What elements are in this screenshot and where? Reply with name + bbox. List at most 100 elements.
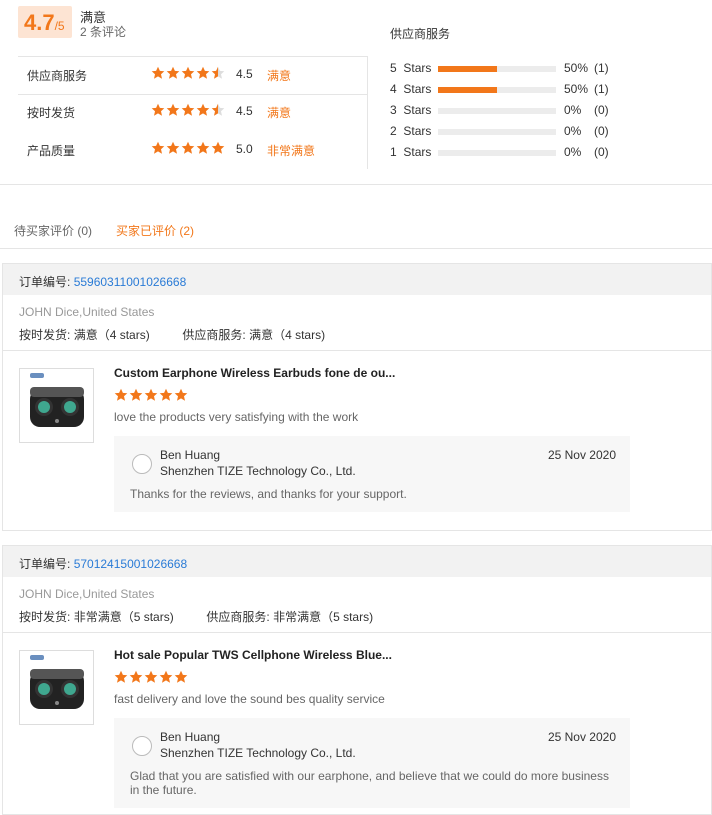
breakdown-percent: 0% <box>564 145 582 159</box>
star-icon <box>166 66 180 79</box>
product-thumbnail[interactable] <box>19 368 94 443</box>
star-icon <box>159 670 173 683</box>
star-icon <box>174 670 188 683</box>
reply-date: 25 Nov 2020 <box>547 448 616 462</box>
rating-value: 4.5 <box>236 104 253 118</box>
rating-summary: 4.7/5 满意 2 条评论 供应商服务 4.5 满意 按时发货 4.5 满意 … <box>0 0 712 185</box>
breakdown-label: 2 Stars <box>390 124 432 138</box>
reply-name: Ben Huang <box>160 448 221 462</box>
star-icon <box>129 388 143 401</box>
supplier-reply: Ben Huang Shenzhen TIZE Technology Co., … <box>114 436 630 512</box>
breakdown-bar <box>438 129 556 135</box>
breakdown-row: 2 Stars 0% (0) <box>390 124 650 140</box>
star-icon <box>144 670 158 683</box>
ship-label: 按时发货: <box>19 610 71 624</box>
breakdown-percent: 0% <box>564 124 582 138</box>
rating-value: 4.5 <box>236 67 253 81</box>
breakdown-count: (1) <box>594 82 609 96</box>
order-header: 订单编号: 55960311001026668 <box>3 264 711 295</box>
service-value: 满意（4 stars) <box>249 328 326 342</box>
product-stars <box>114 388 188 402</box>
order-link[interactable]: 57012415001026668 <box>74 557 187 571</box>
tab-buyer-reviews[interactable]: 买家已评价 (2) <box>116 222 194 239</box>
order-link[interactable]: 55960311001026668 <box>74 275 187 289</box>
buyer-name: JOHN Dice,United States <box>19 305 155 319</box>
breakdown-count: (0) <box>594 124 609 138</box>
reply-company: Shenzhen TIZE Technology Co., Ltd. <box>160 464 356 478</box>
rating-categories: 供应商服务 4.5 满意 按时发货 4.5 满意 产品质量 5.0 非常满意 <box>18 56 368 169</box>
rating-label: 产品质量 <box>27 144 76 158</box>
rating-text: 非常满意 <box>267 144 316 158</box>
rating-text: 满意 <box>267 106 292 120</box>
ship-value: 满意（4 stars) <box>73 328 150 342</box>
order-number: 订单编号: 55960311001026668 <box>19 273 186 290</box>
star-rating <box>151 66 225 80</box>
order-label: 订单编号: <box>19 557 71 571</box>
supplier-reply: Ben Huang Shenzhen TIZE Technology Co., … <box>114 718 630 808</box>
breakdown-label: 1 Stars <box>390 145 432 159</box>
review-card: 订单编号: 57012415001026668 JOHN Dice,United… <box>2 545 712 815</box>
star-icon <box>196 66 210 79</box>
product-thumbnail[interactable] <box>19 650 94 725</box>
breakdown-row: 5 Stars 50% (1) <box>390 61 650 77</box>
star-icon <box>181 103 195 116</box>
ship-label: 按时发货: <box>19 328 71 342</box>
review-comment: love the products very satisfying with t… <box>114 410 359 424</box>
reply-text: Thanks for the reviews, and thanks for y… <box>130 487 407 501</box>
star-icon <box>144 388 158 401</box>
star-icon <box>211 103 225 116</box>
breakdown-count: (0) <box>594 145 609 159</box>
product-title[interactable]: Custom Earphone Wireless Earbuds fone de… <box>114 366 395 380</box>
star-icon <box>211 141 225 154</box>
breakdown-bar-fill <box>438 87 497 93</box>
rating-value: 5.0 <box>236 142 253 156</box>
earbuds-image <box>30 373 84 427</box>
star-icon <box>181 66 195 79</box>
order-number: 订单编号: 57012415001026668 <box>19 555 187 572</box>
service-label: 供应商服务: <box>182 328 246 342</box>
rating-text: 满意 <box>267 69 292 83</box>
breakdown-percent: 0% <box>564 103 582 117</box>
star-icon <box>166 103 180 116</box>
buyer-name: JOHN Dice,United States <box>19 587 155 601</box>
breakdown-count: (1) <box>594 61 609 75</box>
review-tabs: 待买家评价 (0) 买家已评价 (2) <box>0 210 712 249</box>
star-icon <box>196 141 210 154</box>
overall-score: 4.7/5 <box>24 10 65 39</box>
product-title[interactable]: Hot sale Popular TWS Cellphone Wireless … <box>114 648 392 662</box>
supplier-logo-icon <box>132 454 152 474</box>
rating-row-quality: 产品质量 5.0 非常满意 <box>18 132 367 169</box>
rating-row-shipping: 按时发货 4.5 满意 <box>18 94 367 131</box>
breakdown-row: 4 Stars 50% (1) <box>390 82 650 98</box>
service-label: 供应商服务: <box>206 610 270 624</box>
breakdown-bar-fill <box>438 66 497 72</box>
ship-value: 非常满意（5 stars) <box>73 610 174 624</box>
star-icon <box>114 670 128 683</box>
breakdown-count: (0) <box>594 103 609 117</box>
service-value: 非常满意（5 stars) <box>273 610 374 624</box>
star-icon <box>211 66 225 79</box>
star-icon <box>151 66 165 79</box>
buyer-ratings: 按时发货: 非常满意（5 stars) 供应商服务: 非常满意（5 stars) <box>19 608 373 625</box>
breakdown-label: 5 Stars <box>390 61 432 75</box>
breakdown-percent: 50% <box>564 61 589 75</box>
star-rating <box>151 103 225 117</box>
rating-row-supplier: 供应商服务 4.5 满意 <box>18 57 367 95</box>
breakdown-row: 3 Stars 0% (0) <box>390 103 650 119</box>
product-stars <box>114 670 188 684</box>
tab-pending-reviews[interactable]: 待买家评价 (0) <box>14 222 92 239</box>
star-icon <box>181 141 195 154</box>
breakdown-bar <box>438 108 556 114</box>
rating-label: 按时发货 <box>27 106 76 120</box>
breakdown-title: 供应商服务 <box>390 27 451 41</box>
star-icon <box>151 141 165 154</box>
star-icon <box>174 388 188 401</box>
divider <box>3 632 711 633</box>
order-header: 订单编号: 57012415001026668 <box>3 546 711 577</box>
earbuds-image <box>30 655 84 709</box>
breakdown-bar <box>438 150 556 156</box>
review-count: 2 条评论 <box>80 25 127 39</box>
reply-company: Shenzhen TIZE Technology Co., Ltd. <box>160 746 356 760</box>
star-rating <box>151 141 225 155</box>
rating-label: 供应商服务 <box>27 69 88 83</box>
